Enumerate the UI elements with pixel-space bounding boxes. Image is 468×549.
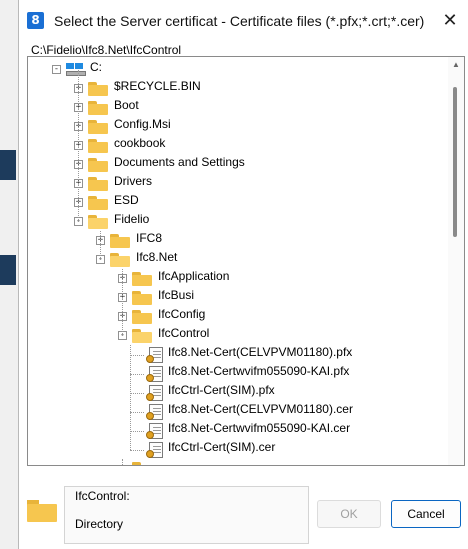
tree-item-label: Boot	[114, 98, 139, 112]
folder-open-icon	[132, 329, 152, 343]
folder-icon	[88, 139, 108, 153]
tree-item-label: C:	[90, 60, 102, 74]
folder-icon	[88, 120, 108, 134]
scroll-thumb[interactable]	[453, 87, 457, 237]
folder-icon	[132, 272, 152, 286]
app-icon: 8	[27, 12, 44, 29]
tree-connector-line	[78, 70, 79, 222]
drive-icon	[66, 63, 86, 77]
certificate-pfx-icon	[146, 366, 163, 382]
folder-open-icon	[88, 215, 108, 229]
tree-connector-line	[130, 374, 144, 375]
tree-item-folder[interactable]	[28, 231, 448, 250]
tree-connector-line	[130, 345, 131, 450]
folder-open-icon	[110, 253, 130, 267]
tree-item-label: IfcBusi	[158, 288, 195, 302]
tree-item-label: IfcApplication	[158, 269, 230, 283]
tree-connector-line	[122, 269, 123, 336]
collapse-icon[interactable]: -	[52, 65, 61, 74]
tree-item-label: IfcCtrl-Cert(SIM).pfx	[168, 383, 275, 397]
background-image-fragment	[0, 150, 16, 180]
folder-icon	[27, 500, 57, 522]
selection-info: IfcControl: Directory	[64, 486, 309, 544]
folder-icon	[132, 291, 152, 305]
tree-item-label: Documents and Settings	[114, 155, 245, 169]
certificate-cer-icon	[146, 404, 163, 420]
tree-content: - C: + $RECYCLE.BIN + Boot + Config.Msi + cookboo…	[28, 57, 448, 465]
tree-connector-line	[130, 431, 144, 432]
tree-connector-line	[130, 412, 144, 413]
tree-item-label: Fidelio	[114, 212, 150, 226]
tree-item-label: IfcConfig	[158, 307, 206, 321]
current-path: C:\Fidelio\Ifc8.Net\IfcControl	[31, 43, 182, 57]
tree-item-label: Config.Msi	[114, 117, 171, 131]
tree-item-label: Drivers	[114, 174, 152, 188]
tree-item-label: IfcCtrl-Cert(SIM).cer	[168, 440, 276, 454]
certificate-cer-icon	[146, 423, 163, 439]
tree-connector-line	[130, 355, 144, 356]
scroll-up-icon[interactable]: ▲	[451, 61, 461, 69]
cancel-button[interactable]: Cancel	[391, 500, 461, 528]
tree-item-folder[interactable]	[28, 288, 448, 307]
tree-connector-line	[122, 459, 123, 465]
folder-icon	[88, 158, 108, 172]
tree-item-label: cookbook	[114, 136, 166, 150]
background-app-strip	[0, 0, 18, 549]
tree-connector-line	[100, 231, 101, 260]
folder-tree[interactable]: - C: + $RECYCLE.BIN + Boot + Config.Msi + cookboo…	[27, 56, 465, 466]
ok-button[interactable]: OK	[317, 500, 381, 528]
close-icon[interactable]: ✕	[439, 10, 461, 32]
tree-item-label: Ifc8.Net-Cert(CELVPVM01180).cer	[168, 402, 353, 416]
tree-connector-line	[130, 450, 144, 451]
tree-item-label: Ifc8.Net-Certwvifm055090-KAI.pfx	[168, 364, 350, 378]
selected-name: IfcControl:	[75, 489, 130, 503]
vertical-scrollbar[interactable]: ▲	[448, 57, 464, 465]
certificate-pfx-icon	[146, 385, 163, 401]
folder-icon	[132, 310, 152, 324]
certificate-cer-icon	[146, 442, 163, 458]
certificate-pfx-icon	[146, 347, 163, 363]
folder-icon	[132, 462, 152, 465]
tree-item-label: $RECYCLE.BIN	[114, 79, 201, 93]
folder-icon	[88, 196, 108, 210]
selected-type: Directory	[75, 517, 124, 531]
tree-item-label: Ifc8.Net-Cert(CELVPVM01180).pfx	[168, 345, 353, 359]
background-image-fragment	[0, 255, 16, 285]
tree-item-label: ESD	[114, 193, 139, 207]
window-title: Select the Server certificat - Certifica…	[54, 13, 425, 29]
tree-item-label: IfcControl	[158, 326, 210, 340]
tree-item-folder[interactable]	[28, 269, 448, 288]
tree-item-label: IFC8	[136, 231, 163, 245]
folder-icon	[88, 82, 108, 96]
tree-item-folder[interactable]	[28, 307, 448, 326]
tree-connector-line	[130, 393, 144, 394]
folder-icon	[88, 101, 108, 115]
tree-item-label: Ifc8.Net	[136, 250, 178, 264]
folder-icon	[110, 234, 130, 248]
file-select-dialog: 8 Select the Server certificat - Certifi…	[18, 0, 468, 549]
tree-item-folder[interactable]	[28, 250, 448, 269]
tree-item-folder[interactable]	[28, 326, 448, 345]
title-bar: 8 Select the Server certificat - Certifi…	[19, 0, 468, 40]
folder-icon	[88, 177, 108, 191]
tree-item-label: Ifc8.Net-Certwvifm055090-KAI.cer	[168, 421, 351, 435]
